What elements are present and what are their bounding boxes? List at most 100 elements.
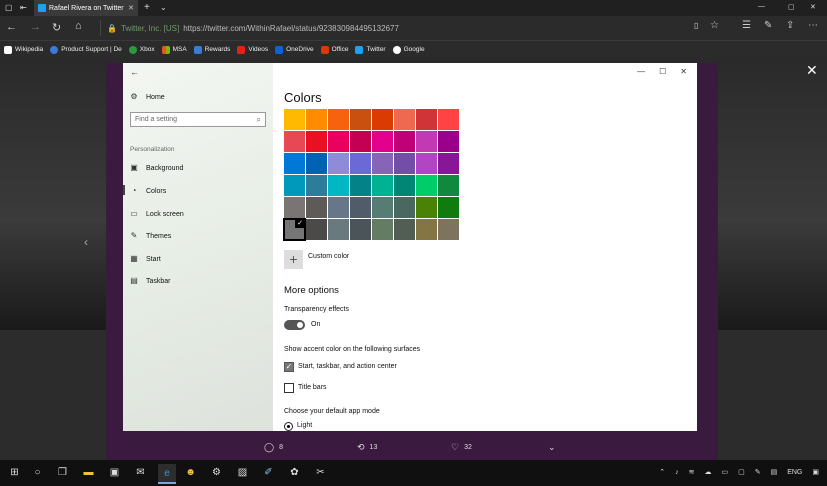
- tray-chevron-up-icon[interactable]: ⌃: [659, 468, 665, 476]
- color-swatch[interactable]: [328, 109, 349, 130]
- url-field[interactable]: 🔒 Twitter, Inc. [US] https://twitter.com…: [100, 20, 692, 36]
- like-button[interactable]: ♡ 32: [451, 442, 472, 453]
- nav-item-themes[interactable]: ✎ Themes: [130, 232, 172, 240]
- onedrive-tray-icon[interactable]: ☁: [704, 468, 711, 476]
- color-swatch[interactable]: [416, 109, 437, 130]
- light-mode-radio[interactable]: [284, 422, 293, 431]
- color-swatch[interactable]: [372, 131, 393, 152]
- forward-icon[interactable]: →: [30, 21, 41, 33]
- battery-icon[interactable]: ▭: [721, 468, 728, 476]
- color-swatch[interactable]: [284, 175, 305, 196]
- color-swatch[interactable]: [394, 131, 415, 152]
- color-swatch[interactable]: [284, 109, 305, 130]
- fav-rewards[interactable]: Rewards: [193, 45, 230, 54]
- lightbox-prev-icon[interactable]: ‹: [84, 235, 88, 249]
- color-swatch[interactable]: [328, 153, 349, 174]
- color-swatch[interactable]: [394, 175, 415, 196]
- color-swatch[interactable]: [372, 175, 393, 196]
- keyboard-icon[interactable]: ▤: [771, 468, 778, 476]
- more-actions-button[interactable]: ⌄: [548, 442, 556, 453]
- snipping-icon[interactable]: ✂: [314, 466, 327, 479]
- color-swatch[interactable]: [284, 153, 305, 174]
- tab-list-chevron-icon[interactable]: ⌄: [160, 3, 167, 12]
- color-swatch[interactable]: [306, 197, 327, 218]
- tab-preview-icon[interactable]: ▢: [5, 3, 13, 12]
- color-swatch[interactable]: [416, 219, 437, 240]
- color-swatch[interactable]: [306, 219, 327, 240]
- new-tab-icon[interactable]: +: [144, 2, 150, 13]
- fav-xbox[interactable]: Xbox: [128, 45, 155, 54]
- retweet-button[interactable]: ⟲ 13: [357, 442, 377, 453]
- color-swatch[interactable]: [284, 131, 305, 152]
- color-swatch[interactable]: [416, 153, 437, 174]
- maximize-icon[interactable]: ▢: [788, 3, 795, 11]
- fav-msa[interactable]: MSA: [161, 45, 187, 54]
- color-swatch[interactable]: [328, 219, 349, 240]
- fav-wikipedia[interactable]: Wikipedia: [4, 45, 43, 54]
- color-swatch[interactable]: [438, 109, 459, 130]
- volume-icon[interactable]: ♪: [675, 469, 679, 476]
- color-swatch[interactable]: [372, 197, 393, 218]
- more-icon[interactable]: ⋯: [808, 20, 818, 31]
- window-close-icon[interactable]: ✕: [810, 3, 816, 11]
- home-icon[interactable]: ⌂: [75, 20, 82, 32]
- message-icon[interactable]: ▢: [738, 468, 745, 476]
- transparency-toggle[interactable]: [284, 320, 305, 330]
- tab-close-icon[interactable]: ✕: [128, 4, 134, 12]
- color-swatch[interactable]: [394, 197, 415, 218]
- custom-color-button[interactable]: +: [284, 250, 303, 269]
- color-swatch[interactable]: [394, 219, 415, 240]
- minimize-icon[interactable]: —: [758, 3, 765, 10]
- color-swatch[interactable]: [438, 219, 459, 240]
- color-swatch[interactable]: [328, 131, 349, 152]
- color-swatch[interactable]: [394, 109, 415, 130]
- color-swatch[interactable]: [416, 197, 437, 218]
- color-swatch[interactable]: [306, 153, 327, 174]
- color-swatch[interactable]: ✓: [283, 218, 306, 241]
- back-icon[interactable]: ←: [6, 21, 17, 33]
- share-icon[interactable]: ⇪: [786, 20, 794, 31]
- nav-home[interactable]: ⚙ Home: [130, 93, 164, 101]
- cortana-icon[interactable]: ○: [31, 466, 44, 479]
- fav-twitter[interactable]: Twitter: [355, 45, 386, 54]
- reading-view-icon[interactable]: ▯: [694, 21, 698, 30]
- paint-icon[interactable]: ✿: [288, 466, 301, 479]
- color-swatch[interactable]: [350, 131, 371, 152]
- settings-back-icon[interactable]: ←: [130, 67, 139, 77]
- fav-office[interactable]: Office: [320, 45, 348, 54]
- browser-tab-active[interactable]: Rafael Rivera on Twitter ✕: [34, 0, 138, 16]
- action-center-icon[interactable]: ▣: [812, 468, 819, 476]
- color-swatch[interactable]: [350, 197, 371, 218]
- color-swatch[interactable]: [438, 175, 459, 196]
- color-swatch[interactable]: [306, 109, 327, 130]
- settings-minimize-icon[interactable]: —: [637, 67, 645, 76]
- color-swatch[interactable]: [372, 219, 393, 240]
- nav-item-lock-screen[interactable]: ▭ Lock screen: [130, 210, 184, 218]
- refresh-icon[interactable]: ↻: [52, 21, 61, 34]
- lightbox-close-icon[interactable]: ✕: [806, 62, 818, 79]
- settings-close-icon[interactable]: ✕: [680, 67, 687, 76]
- color-swatch[interactable]: [306, 131, 327, 152]
- color-swatch[interactable]: [306, 175, 327, 196]
- color-swatch[interactable]: [350, 109, 371, 130]
- notes-icon[interactable]: ✎: [764, 20, 772, 31]
- start-button-icon[interactable]: ⊞: [8, 466, 21, 479]
- pen-icon[interactable]: ✎: [755, 468, 761, 476]
- favorite-star-icon[interactable]: ☆: [710, 20, 719, 31]
- fav-videos[interactable]: Videos: [237, 45, 268, 54]
- notes-app-icon[interactable]: ✐: [262, 466, 275, 479]
- hub-icon[interactable]: ☰: [742, 20, 751, 31]
- color-swatch[interactable]: [372, 109, 393, 130]
- color-swatch[interactable]: [372, 153, 393, 174]
- start-taskbar-checkbox[interactable]: ✓: [284, 362, 294, 372]
- color-swatch[interactable]: [350, 153, 371, 174]
- color-swatch[interactable]: [394, 153, 415, 174]
- photos-icon[interactable]: ▨: [236, 466, 249, 479]
- settings-maximize-icon[interactable]: ☐: [659, 67, 666, 76]
- tab-restore-icon[interactable]: ⇤: [20, 3, 27, 12]
- nav-item-colors[interactable]: ◔ Colors: [130, 187, 167, 195]
- custom-color-label[interactable]: Custom color: [308, 253, 349, 260]
- color-swatch[interactable]: [416, 175, 437, 196]
- color-swatch[interactable]: [350, 219, 371, 240]
- file-explorer-icon[interactable]: ▬: [82, 466, 95, 479]
